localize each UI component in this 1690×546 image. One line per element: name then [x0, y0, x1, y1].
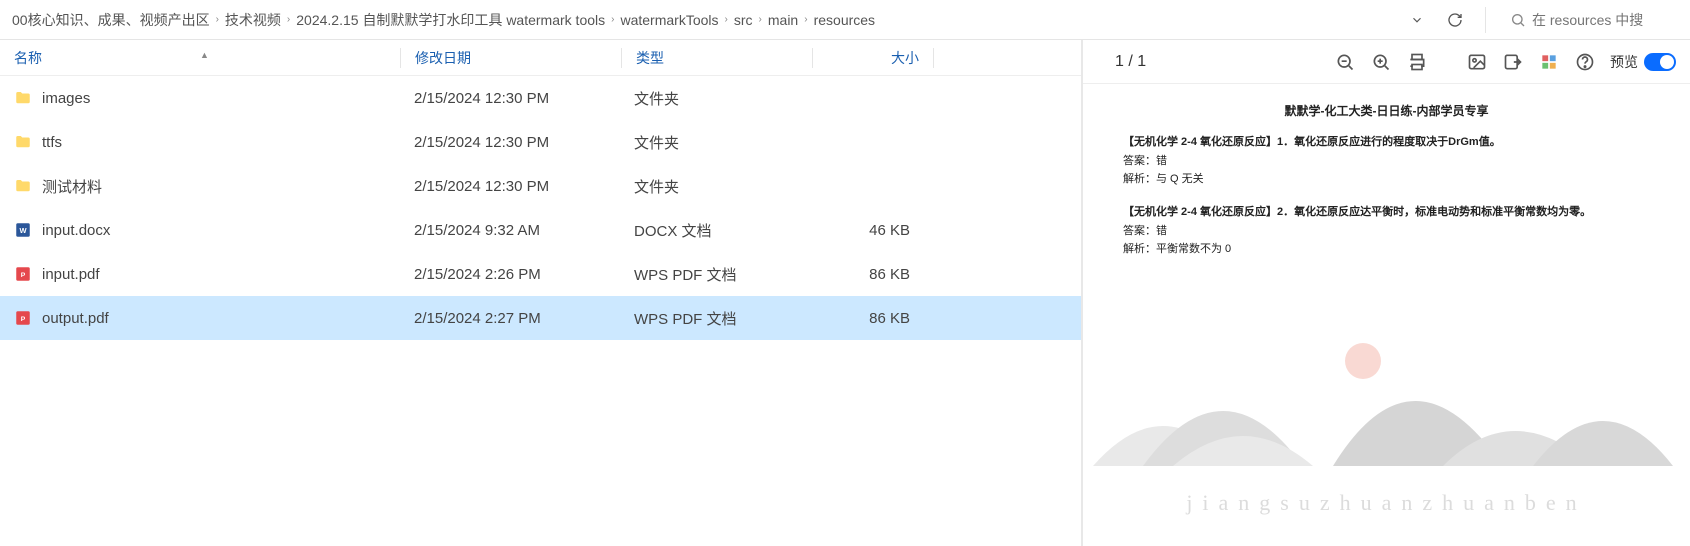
export-icon[interactable] [1502, 51, 1524, 73]
watermark-art [1083, 316, 1683, 486]
file-date: 2/15/2024 12:30 PM [400, 134, 620, 151]
file-row[interactable]: 测试材料 2/15/2024 12:30 PM文件夹 [0, 164, 1081, 208]
question-answer: 答案：错 [1123, 152, 1650, 171]
file-name: input.pdf [42, 266, 100, 283]
preview-toolbar: 1 / 1 预览 [1083, 40, 1690, 84]
chevron-right-icon: › [804, 14, 807, 25]
search-input[interactable] [1532, 12, 1672, 28]
file-type: DOCX 文档 [620, 220, 810, 241]
breadcrumb[interactable]: 00核心知识、成果、视频产出区›技术视频›2024.2.15 自制默默学打水印工… [8, 8, 1397, 32]
question-block: 【无机化学 2-4 氧化还原反应】2．氧化还原反应达平衡时，标准电动势和标准平衡… [1123, 203, 1650, 259]
page-indicator: 1 / 1 [1115, 53, 1146, 71]
preview-toggle[interactable]: 预览 [1610, 52, 1676, 72]
chevron-right-icon: › [611, 14, 614, 25]
file-type: WPS PDF 文档 [620, 308, 810, 329]
file-row[interactable]: Pinput.pdf2/15/2024 2:26 PMWPS PDF 文档86 … [0, 252, 1081, 296]
column-name[interactable]: 名称 ▲ [0, 48, 400, 68]
preview-pane: 1 / 1 预览 默默学-化工大类-日日练-内部学员专享 【无机化学 2-4 氧… [1082, 40, 1690, 546]
file-size: 46 KB [810, 222, 930, 239]
file-list[interactable]: images2/15/2024 12:30 PM文件夹ttfs2/15/2024… [0, 76, 1081, 546]
breadcrumb-item[interactable]: resources [810, 10, 879, 30]
file-row[interactable]: Winput.docx2/15/2024 9:32 AMDOCX 文档46 KB [0, 208, 1081, 252]
breadcrumb-item[interactable]: 技术视频 [221, 8, 285, 32]
chevron-right-icon: › [759, 14, 762, 25]
question-title: 【无机化学 2-4 氧化还原反应】2．氧化还原反应达平衡时，标准电动势和标准平衡… [1123, 203, 1650, 222]
preview-document: 默默学-化工大类-日日练-内部学员专享 【无机化学 2-4 氧化还原反应】1．氧… [1083, 84, 1690, 546]
chevron-right-icon: › [287, 14, 290, 25]
file-name: 测试材料 [42, 176, 102, 197]
pdf-icon: P [14, 265, 32, 283]
file-type: 文件夹 [620, 132, 810, 153]
apps-icon[interactable] [1538, 51, 1560, 73]
chevron-right-icon: › [725, 14, 728, 25]
file-row[interactable]: ttfs 2/15/2024 12:30 PM文件夹 [0, 120, 1081, 164]
svg-text:P: P [21, 272, 26, 279]
preview-toggle-label: 预览 [1610, 52, 1638, 72]
help-icon[interactable] [1574, 51, 1596, 73]
column-size[interactable]: 大小 [813, 48, 933, 68]
refresh-icon[interactable] [1441, 6, 1469, 34]
breadcrumb-item[interactable]: src [730, 10, 757, 30]
search-icon [1510, 12, 1526, 28]
file-name: images [42, 90, 90, 107]
divider [1485, 7, 1486, 33]
toolbar-right [1403, 6, 1682, 34]
file-size: 86 KB [810, 310, 930, 327]
question-answer: 答案：错 [1123, 222, 1650, 241]
file-name: ttfs [42, 134, 62, 151]
file-name: output.pdf [42, 310, 109, 327]
file-name-cell: ttfs [0, 133, 400, 151]
breadcrumb-item[interactable]: 00核心知识、成果、视频产出区 [8, 8, 214, 32]
chevron-right-icon: › [216, 14, 219, 25]
question-title: 【无机化学 2-4 氧化还原反应】1．氧化还原反应进行的程度取决于DrGm值。 [1123, 133, 1650, 152]
columns-header[interactable]: 名称 ▲ 修改日期 类型 大小 [0, 40, 1081, 76]
question-block: 【无机化学 2-4 氧化还原反应】1．氧化还原反应进行的程度取决于DrGm值。答… [1123, 133, 1650, 189]
file-name-cell: Pinput.pdf [0, 265, 400, 283]
file-name-cell: 测试材料 [0, 176, 400, 197]
folder-icon [14, 177, 32, 195]
file-date: 2/15/2024 12:30 PM [400, 90, 620, 107]
search-box[interactable] [1502, 8, 1682, 32]
column-date[interactable]: 修改日期 [401, 48, 621, 68]
svg-text:P: P [21, 316, 26, 323]
zoom-out-icon[interactable] [1334, 51, 1356, 73]
file-date: 2/15/2024 2:26 PM [400, 266, 620, 283]
divider [933, 48, 934, 68]
file-name-cell: images [0, 89, 400, 107]
column-type[interactable]: 类型 [622, 48, 812, 68]
file-list-area: 名称 ▲ 修改日期 类型 大小 images 2/15/2024 12:30 PM… [0, 40, 1082, 546]
address-bar: 00核心知识、成果、视频产出区›技术视频›2024.2.15 自制默默学打水印工… [0, 0, 1690, 40]
breadcrumb-item[interactable]: 2024.2.15 自制默默学打水印工具 watermark tools [292, 8, 609, 32]
folder-icon [14, 133, 32, 151]
file-size: 86 KB [810, 266, 930, 283]
file-row[interactable]: Poutput.pdf2/15/2024 2:27 PMWPS PDF 文档86… [0, 296, 1081, 340]
file-name: input.docx [42, 222, 110, 239]
docx-icon: W [14, 221, 32, 239]
column-name-label: 名称 [14, 48, 42, 68]
chevron-down-icon[interactable] [1403, 6, 1431, 34]
watermark-text: jiangsuzhuanzhuanben [1083, 490, 1690, 516]
file-date: 2/15/2024 9:32 AM [400, 222, 620, 239]
image-icon[interactable] [1466, 51, 1488, 73]
doc-title: 默默学-化工大类-日日练-内部学员专享 [1123, 102, 1650, 119]
file-date: 2/15/2024 12:30 PM [400, 178, 620, 195]
question-explain: 解析：与 Q 无关 [1123, 170, 1650, 189]
sort-ascending-icon: ▲ [200, 50, 209, 60]
pdf-icon: P [14, 309, 32, 327]
file-name-cell: Poutput.pdf [0, 309, 400, 327]
toggle-switch-on[interactable] [1644, 53, 1676, 71]
file-name-cell: Winput.docx [0, 221, 400, 239]
file-type: 文件夹 [620, 176, 810, 197]
zoom-in-icon[interactable] [1370, 51, 1392, 73]
breadcrumb-item[interactable]: main [764, 10, 802, 30]
file-type: WPS PDF 文档 [620, 264, 810, 285]
file-date: 2/15/2024 2:27 PM [400, 310, 620, 327]
print-icon[interactable] [1406, 51, 1428, 73]
file-type: 文件夹 [620, 88, 810, 109]
breadcrumb-item[interactable]: watermarkTools [616, 10, 722, 30]
question-explain: 解析：平衡常数不为 0 [1123, 240, 1650, 259]
svg-text:W: W [19, 226, 27, 235]
file-row[interactable]: images 2/15/2024 12:30 PM文件夹 [0, 76, 1081, 120]
folder-icon [14, 89, 32, 107]
